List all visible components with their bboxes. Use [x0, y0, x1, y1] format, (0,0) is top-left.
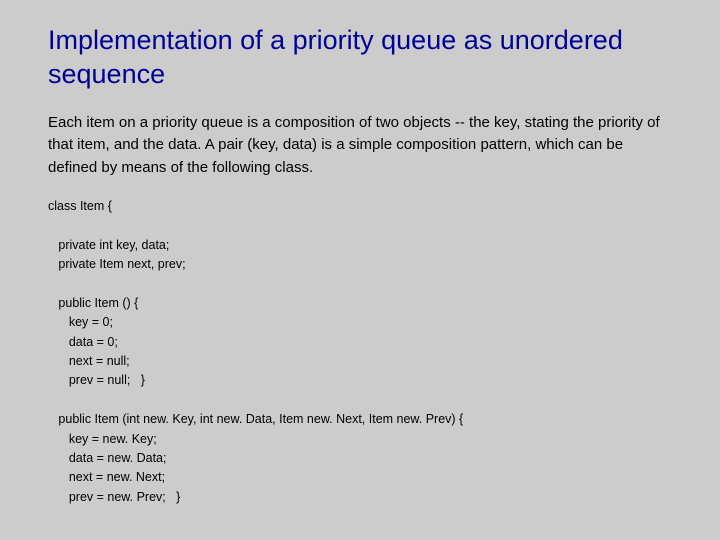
slide: Implementation of a priority queue as un…: [0, 0, 720, 540]
slide-title: Implementation of a priority queue as un…: [48, 24, 672, 92]
slide-paragraph: Each item on a priority queue is a compo…: [48, 112, 672, 180]
code-block: class Item { private int key, data; priv…: [48, 197, 672, 507]
